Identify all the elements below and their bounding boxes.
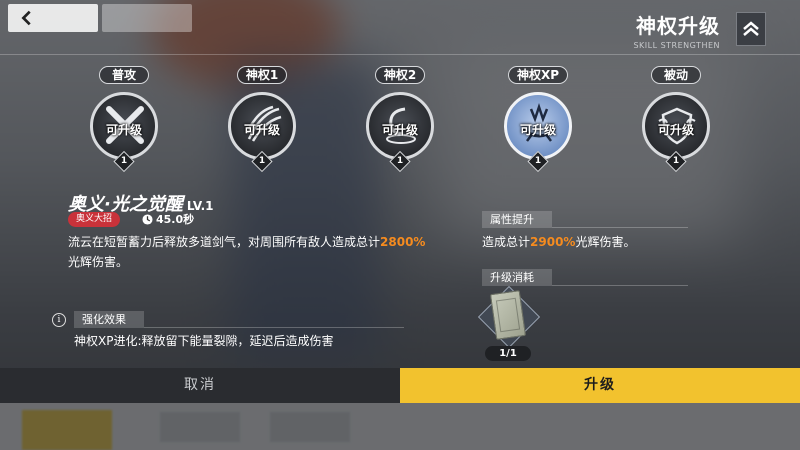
- cooldown-value: 45.0秒: [156, 213, 195, 226]
- skill-description-suffix: 光辉伤害。: [68, 255, 129, 269]
- skill-slot-skill-xp[interactable]: 神权XP 可升级 1: [498, 64, 578, 173]
- skill-tab-label: 神权XP: [507, 66, 569, 84]
- skill-slot-skill-1[interactable]: 神权1 可升级 1: [222, 64, 302, 173]
- skill-status: 可升级: [381, 123, 418, 137]
- enhance-description: 神权XP进化:释放留下能量裂隙，延迟后造成伤害: [74, 334, 334, 348]
- skill-tab-label: 被动: [651, 66, 701, 84]
- skill-tab-label: 神权1: [236, 66, 288, 84]
- info-icon[interactable]: i: [52, 313, 66, 327]
- skill-slot-skill-2[interactable]: 神权2 可升级 1: [360, 64, 440, 173]
- cancel-button[interactable]: 取消: [0, 368, 400, 403]
- skill-status: 可升级: [657, 123, 694, 137]
- page-subtitle: SKILL STRENGTHEN: [633, 41, 720, 50]
- skill-status: 可升级: [105, 123, 142, 137]
- skill-status: 可升级: [243, 123, 280, 137]
- skill-tab-label: 神权2: [374, 66, 426, 84]
- skill-icon-circle: 可升级 1: [642, 92, 710, 173]
- skill-icon-circle: 可升级 1: [366, 92, 434, 173]
- cost-divider: [552, 285, 688, 286]
- page-title: 神权升级: [636, 14, 720, 38]
- cost-item-count: 1/1: [485, 346, 531, 361]
- clock-icon: [142, 213, 153, 225]
- page-title-block: 神权升级 SKILL STRENGTHEN: [633, 10, 720, 50]
- attribute-description: 造成总计2900%光辉伤害。: [482, 233, 635, 250]
- collapse-button[interactable]: [736, 12, 766, 46]
- skill-description: 流云在短暂蓄力后释放多道剑气，对周围所有敌人造成总计2800% 光辉伤害。: [68, 232, 428, 272]
- skill-icon-circle: 可升级 1: [228, 92, 296, 173]
- skill-icon-circle: 可升级 1: [504, 92, 572, 173]
- back-button[interactable]: [8, 4, 98, 32]
- attribute-section-title: 属性提升: [482, 211, 552, 228]
- enhance-section-title: 强化效果: [74, 311, 144, 328]
- enhance-divider: [144, 327, 404, 328]
- upgrade-button[interactable]: 升级: [400, 368, 800, 403]
- attribute-damage-percent: 2900%: [530, 235, 576, 249]
- damage-percent: 2800%: [380, 235, 426, 249]
- home-button[interactable]: [102, 4, 192, 32]
- double-chevron-up-icon: [743, 21, 759, 36]
- skill-slot-normal-attack[interactable]: 普攻 可升级 1: [84, 64, 164, 173]
- skill-description-text: 流云在短暂蓄力后释放多道剑气，对周围所有敌人造成总计: [68, 235, 381, 249]
- header-divider: [0, 54, 800, 55]
- cooldown: 45.0秒: [142, 211, 194, 227]
- back-arrow-icon: [21, 10, 31, 26]
- attribute-description-text: 造成总计: [482, 235, 531, 249]
- skill-slot-passive[interactable]: 被动 可升级 1: [636, 64, 716, 173]
- skill-status: 可升级: [519, 123, 556, 137]
- cost-section-title: 升级消耗: [482, 269, 552, 286]
- skill-tab-label: 普攻: [99, 66, 149, 84]
- skill-book-icon: [489, 290, 527, 340]
- skill-type-badge: 奥义大招: [68, 212, 121, 227]
- attribute-divider: [552, 227, 688, 228]
- attribute-description-suffix: 光辉伤害。: [575, 235, 636, 249]
- skill-icon-circle: 可升级 1: [90, 92, 158, 173]
- cost-item[interactable]: [477, 285, 541, 349]
